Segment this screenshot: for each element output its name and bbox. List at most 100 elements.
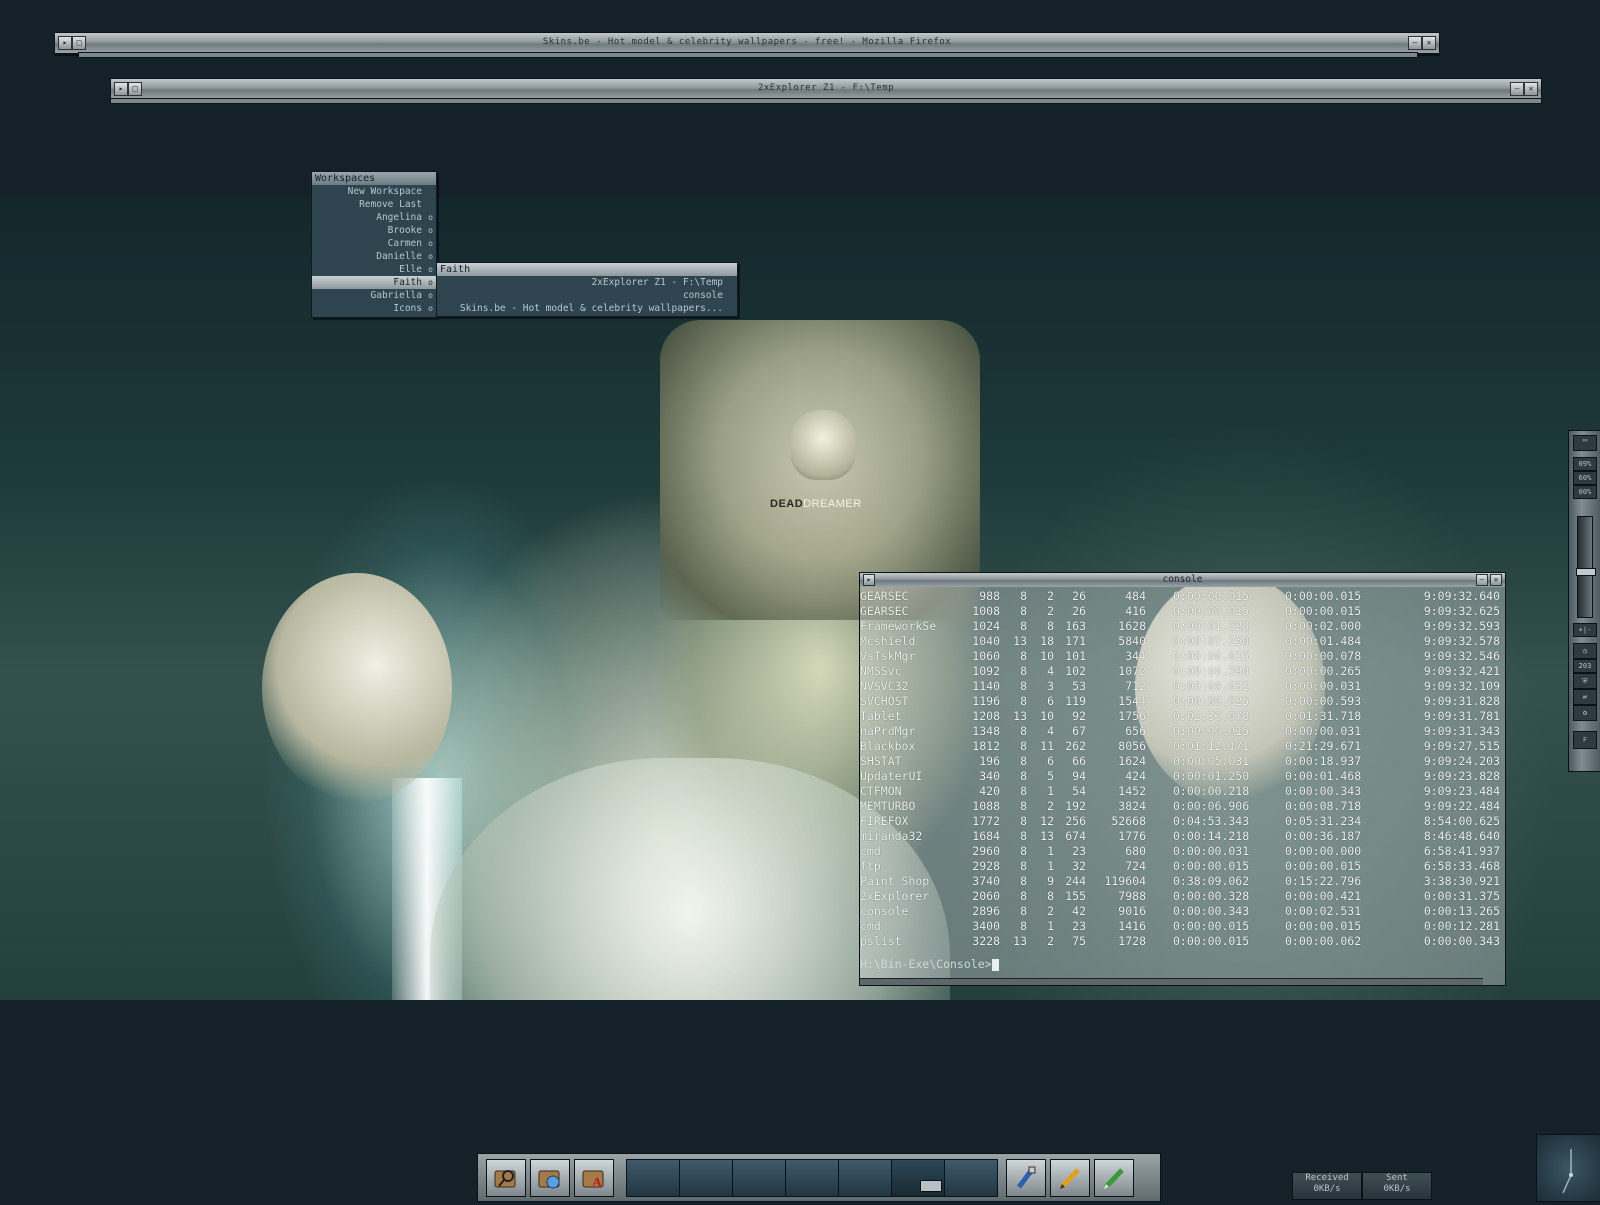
process-start-time: 9:09:31.781: [1423, 709, 1500, 723]
remove-last-item[interactable]: Remove Last: [312, 198, 436, 211]
process-elapsed-time: 0:00:00.421: [1285, 889, 1362, 903]
pencil-icon[interactable]: [1050, 1159, 1090, 1197]
process-start-time: 9:09:24.203: [1423, 754, 1500, 768]
submenu-item-console[interactable]: console: [437, 289, 737, 302]
process-elapsed-time: 0:00:00.031: [1285, 679, 1362, 693]
process-elapsed-time: 0:00:00.343: [1285, 784, 1362, 798]
workspace-item-faith[interactable]: Faith o: [312, 276, 436, 289]
process-priority: 8: [1020, 724, 1027, 738]
close-button[interactable]: ✕: [1524, 82, 1538, 96]
process-elapsed-time: 0:00:00.062: [1285, 934, 1362, 948]
wallpaper-skull: [790, 410, 856, 480]
submenu-arrow-icon: o: [428, 304, 433, 313]
network-icon[interactable]: ⇄: [1573, 689, 1597, 705]
process-pid: 2896: [972, 904, 1000, 918]
volume-slider-knob[interactable]: [1576, 568, 1596, 576]
process-start-time: 6:58:41.937: [1423, 844, 1500, 858]
process-private-mem: 3824: [1118, 799, 1146, 813]
process-pid: 196: [979, 754, 1000, 768]
process-priority: 8: [1020, 754, 1027, 768]
minimize-button[interactable]: –: [1476, 574, 1488, 586]
workspace-item-brooke[interactable]: Brooke o: [312, 224, 436, 237]
green-pen-icon[interactable]: [1094, 1159, 1134, 1197]
process-elapsed-time: 0:15:22.796: [1285, 874, 1362, 888]
process-cpu-time: 0:00:00.015: [1173, 724, 1250, 738]
process-start-time: 9:09:23.828: [1423, 769, 1500, 783]
workspace-item-angelina[interactable]: Angelina o: [312, 211, 436, 224]
tray-icon[interactable]: ⚙: [1573, 705, 1597, 721]
pager-slot-active[interactable]: [891, 1159, 945, 1197]
process-cpu-time: 0:00:14.218: [1173, 829, 1250, 843]
search-folder-icon[interactable]: [486, 1159, 526, 1197]
process-elapsed-time: 0:05:31.234: [1285, 814, 1362, 828]
workspace-indicator[interactable]: F: [1573, 731, 1597, 749]
process-start-time: 9:09:31.828: [1423, 694, 1500, 708]
faith-submenu: Faith 2xExplorer Z1 - F:\Temp console Sk…: [436, 262, 738, 317]
volume-slider[interactable]: [1576, 516, 1596, 618]
process-row: NVSVC32 1140 8 3 53 712 0:00:00.031 0:00:00.031…: [860, 679, 1505, 694]
fonts-folder-icon[interactable]: A: [574, 1159, 614, 1197]
submenu-item-firefox[interactable]: Skins.be - Hot model & celebrity wallpap…: [437, 302, 737, 315]
workspace-item-gabriella[interactable]: Gabriella o: [312, 289, 436, 302]
process-handles: 23: [1072, 919, 1086, 933]
workspaces-menu: Workspaces New Workspace Remove Last Ang…: [311, 171, 437, 318]
system-monitor-panel: ▭ 09% 60% 00% +|- ◷ 203 ⛨ ⇄ ⚙ F: [1568, 430, 1600, 772]
taskbar: A: [477, 1153, 1161, 1202]
submenu-item-explorer[interactable]: 2xExplorer Z1 - F:\Temp: [437, 276, 737, 289]
pager-slot[interactable]: [732, 1159, 786, 1197]
console-titlebar[interactable]: ▸ console – ✕: [860, 573, 1505, 587]
svg-text:A: A: [592, 1176, 603, 1190]
shield-icon[interactable]: ⛨: [1573, 673, 1597, 689]
close-button[interactable]: ✕: [1490, 574, 1502, 586]
workspace-item-danielle[interactable]: Danielle o: [312, 250, 436, 263]
process-priority: 13: [1013, 934, 1027, 948]
process-cpu-time: 0:00:00.343: [1173, 904, 1250, 918]
process-name: cmd: [860, 844, 881, 858]
firefox-window[interactable]: ▸ □ Skins.be - Hot model & celebrity wal…: [54, 32, 1440, 54]
process-name: CTFMON: [860, 784, 902, 798]
submenu-arrow-icon: o: [428, 213, 433, 222]
process-handles: 262: [1065, 739, 1086, 753]
explorer-window[interactable]: ▸ □ 2xExplorer Z1 - F:\Temp – ✕: [110, 78, 1542, 100]
console-prompt[interactable]: H:\Bin-Exe\Console>: [860, 957, 999, 971]
pager-slot[interactable]: [785, 1159, 839, 1197]
pager-slot[interactable]: [626, 1159, 680, 1197]
process-pid: 2960: [972, 844, 1000, 858]
process-elapsed-time: 0:00:00.015: [1285, 859, 1362, 873]
workspace-item-carmen[interactable]: Carmen o: [312, 237, 436, 250]
minimize-button[interactable]: –: [1510, 82, 1524, 96]
process-priority: 8: [1020, 784, 1027, 798]
process-pid: 1024: [972, 619, 1000, 633]
process-priority: 13: [1013, 709, 1027, 723]
process-elapsed-time: 0:00:08.718: [1285, 799, 1362, 813]
workspace-item-icons[interactable]: Icons o: [312, 302, 436, 315]
process-priority: 8: [1020, 679, 1027, 693]
process-row: Mcshield 1040 13 18 171 5840 0:00:07.250 0:00:0…: [860, 634, 1505, 649]
network-folder-icon[interactable]: [530, 1159, 570, 1197]
process-private-mem: 484: [1125, 589, 1146, 603]
process-cpu-time: 0:02:36.078: [1173, 709, 1250, 723]
window-list-icon[interactable]: ▭: [1573, 435, 1597, 451]
new-workspace-item[interactable]: New Workspace: [312, 185, 436, 198]
close-button[interactable]: ✕: [1422, 36, 1436, 50]
process-cpu-time: 0:00:06.906: [1173, 799, 1250, 813]
process-threads: 5: [1047, 769, 1054, 783]
process-elapsed-time: 0:00:00.593: [1285, 694, 1362, 708]
process-threads: 2: [1047, 934, 1054, 948]
process-row: UpdaterUI 340 8 5 94 424 0:00:01.250 0:00:01.46…: [860, 769, 1505, 784]
pager-slot[interactable]: [944, 1159, 998, 1197]
minimize-button[interactable]: –: [1408, 36, 1422, 50]
console-scrollbar[interactable]: [860, 978, 1483, 985]
pager-slot[interactable]: [679, 1159, 733, 1197]
pager-slot[interactable]: [838, 1159, 892, 1197]
process-handles: 53: [1072, 679, 1086, 693]
volume-step-buttons[interactable]: +|-: [1573, 623, 1597, 637]
workspace-item-elle[interactable]: Elle o: [312, 263, 436, 276]
process-start-time: 9:09:32.421: [1423, 664, 1500, 678]
process-private-mem: 1416: [1118, 919, 1146, 933]
paint-brush-icon[interactable]: [1006, 1159, 1046, 1197]
console-window[interactable]: ▸ console – ✕ GEARSEC 988 8 2 26 484 0:00:00.0…: [859, 572, 1506, 986]
clock-icon[interactable]: ◷: [1573, 643, 1597, 659]
process-pid: 1812: [972, 739, 1000, 753]
process-private-mem: 1756: [1118, 709, 1146, 723]
